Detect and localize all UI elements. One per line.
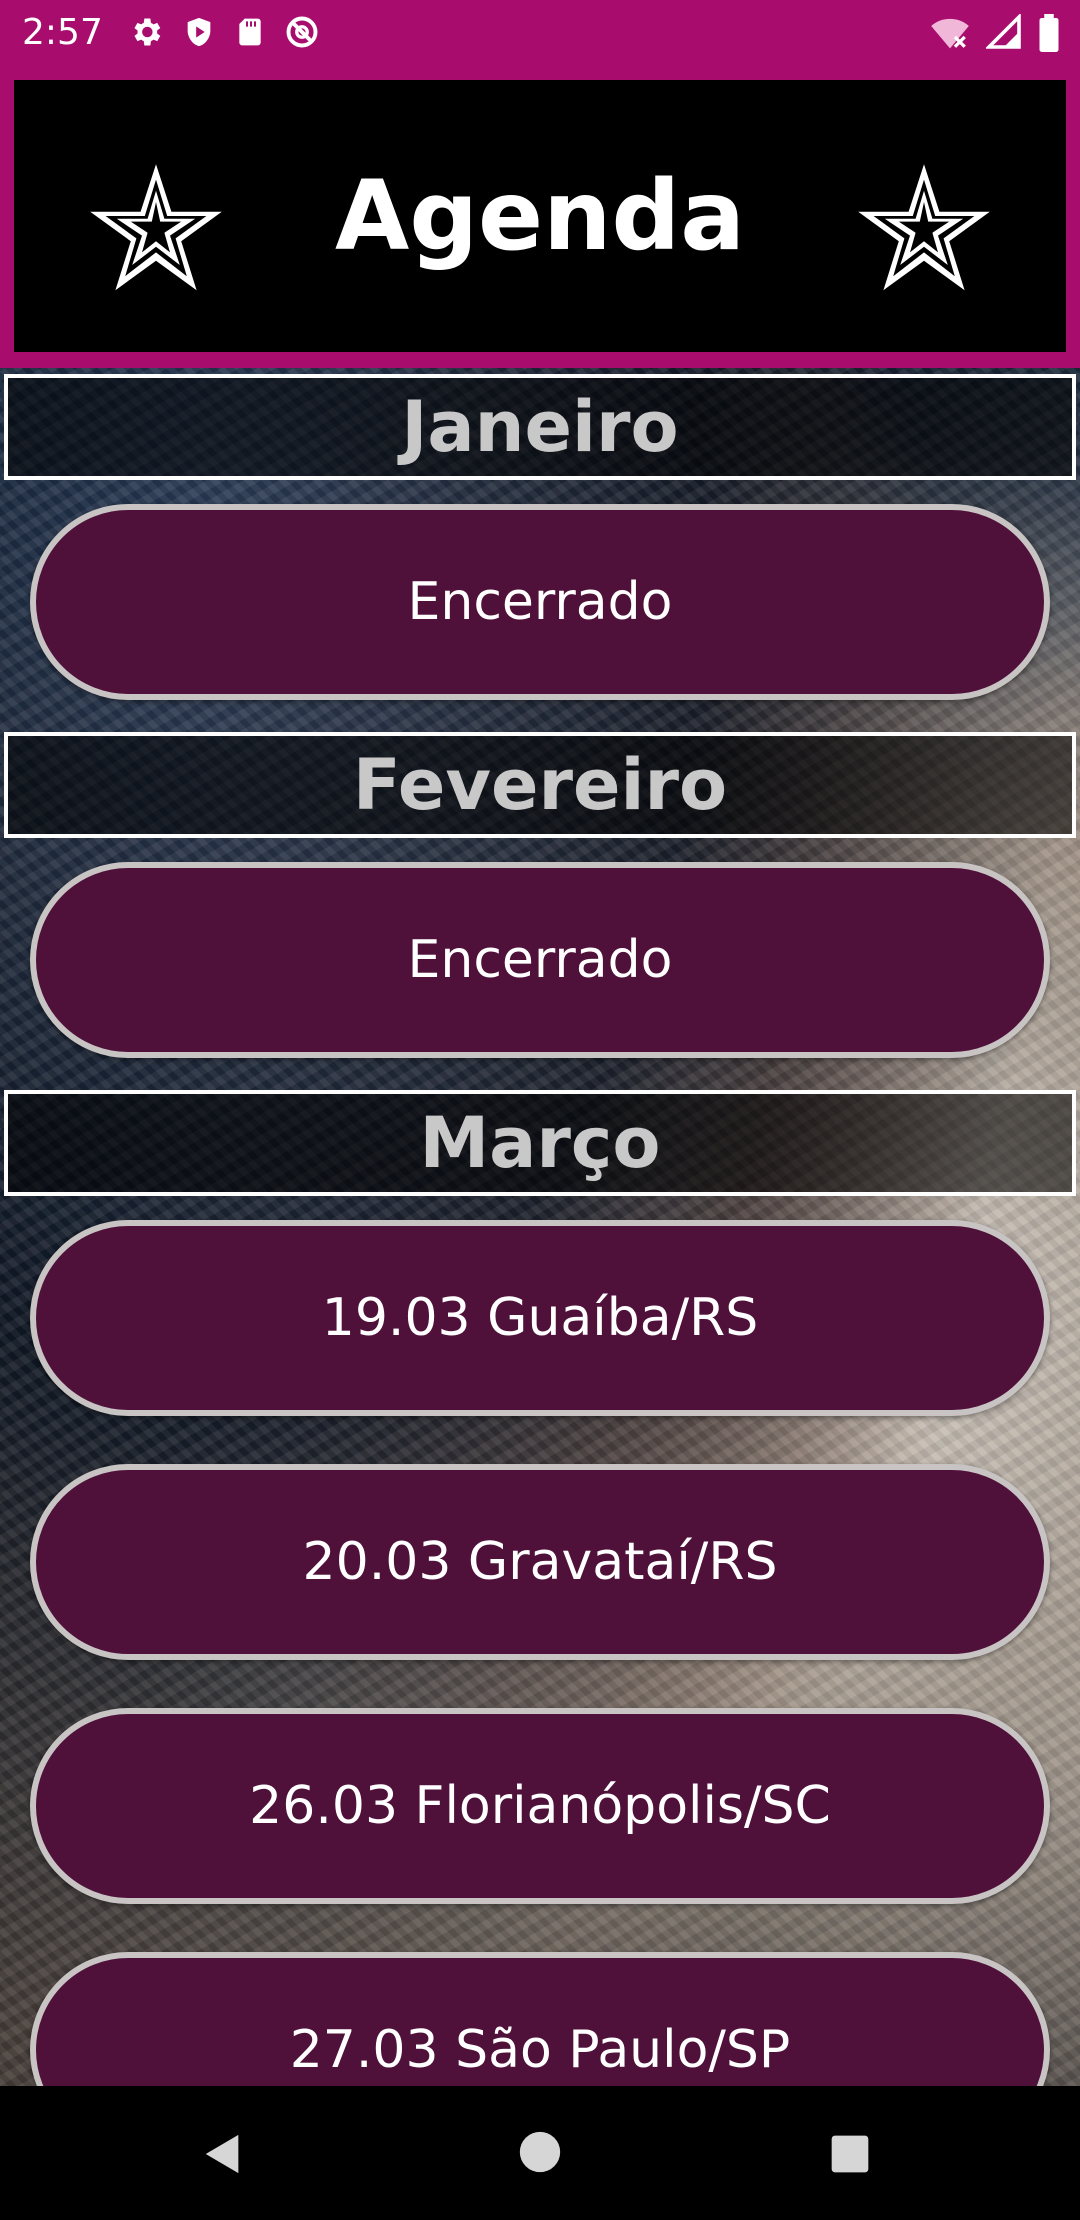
recent-apps-icon[interactable] [830, 2134, 870, 2174]
event-button[interactable]: Encerrado [30, 504, 1050, 700]
status-bar: 2:57 [0, 0, 1080, 66]
event-button[interactable]: Encerrado [30, 862, 1050, 1058]
back-icon[interactable] [200, 2130, 246, 2178]
status-right-icons [930, 14, 1060, 52]
home-icon[interactable] [518, 2130, 562, 2174]
wifi-off-icon [931, 18, 969, 49]
star-icon [858, 164, 990, 291]
event-button[interactable]: 26.03 Florianópolis/SC [30, 1708, 1050, 1904]
agenda-list[interactable]: Janeiro Encerrado Fevereiro Encerrado Ma… [0, 368, 1080, 2086]
gear-icon [134, 18, 161, 46]
status-left-icons [128, 14, 320, 52]
status-time: 2:57 [22, 12, 103, 53]
navigation-bar [0, 2086, 1080, 2220]
event-button[interactable]: 27.03 São Paulo/SP [30, 1952, 1050, 2086]
battery-icon [1039, 14, 1059, 52]
event-button[interactable]: 20.03 Gravataí/RS [30, 1464, 1050, 1660]
header: Agenda [14, 80, 1066, 352]
shield-icon [187, 17, 211, 47]
sd-card-icon [239, 18, 261, 46]
month-header-janeiro: Janeiro [4, 374, 1076, 480]
sync-disabled-icon [286, 16, 318, 48]
month-header-fevereiro: Fevereiro [4, 732, 1076, 838]
signal-icon [986, 14, 1021, 49]
header-frame: Agenda [0, 66, 1080, 368]
month-header-marco: Março [4, 1090, 1076, 1196]
event-button[interactable]: 19.03 Guaíba/RS [30, 1220, 1050, 1416]
